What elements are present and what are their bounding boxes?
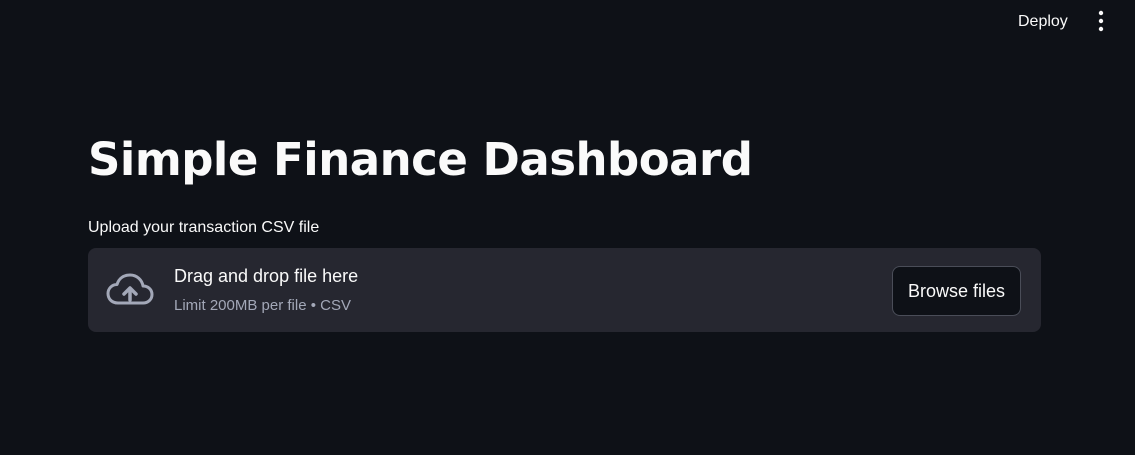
top-toolbar: Deploy (0, 0, 1135, 44)
file-dropzone[interactable]: Drag and drop file here Limit 200MB per … (88, 248, 1041, 332)
drag-drop-text: Drag and drop file here (174, 266, 359, 286)
dropzone-instructions: Drag and drop file here Limit 200MB per … (174, 264, 358, 316)
streamlit-app: Deploy Simple Finance Dashboard Upload y… (0, 0, 1135, 455)
cloud-upload-icon (106, 273, 154, 305)
deploy-button[interactable]: Deploy (1006, 8, 1080, 36)
main-menu-button[interactable] (1088, 7, 1114, 35)
file-uploader-label: Upload your transaction CSV file (88, 219, 320, 236)
page-title: Simple Finance Dashboard (88, 133, 753, 186)
browse-files-button[interactable]: Browse files (891, 266, 1021, 316)
main-content: Simple Finance Dashboard Upload your tra… (88, 120, 1041, 332)
kebab-vertical-icon (1098, 10, 1104, 32)
file-limit-text: Limit 200MB per file • CSV (174, 297, 351, 314)
